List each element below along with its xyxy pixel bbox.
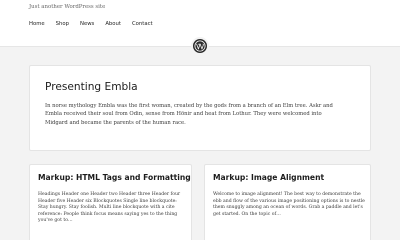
site-tagline: Just another WordPress site [29, 4, 106, 10]
wordpress-logo-icon [193, 39, 207, 53]
post-card: Markup: HTML Tags and Formatting Heading… [29, 164, 192, 240]
main-nav: Home Shop News About Contact [29, 21, 153, 27]
post-excerpt: Welcome to image alignment! The best way… [213, 192, 365, 217]
post-card: Markup: Image Alignment Welcome to image… [204, 164, 371, 240]
featured-post-text: In norse mythology Embla was the first w… [45, 103, 333, 126]
site-logo[interactable] [191, 37, 209, 55]
featured-post-card: Presenting Embla In norse mythology Embl… [29, 65, 371, 151]
nav-item-shop[interactable]: Shop [56, 21, 69, 27]
post-title[interactable]: Markup: HTML Tags and Formatting [38, 173, 191, 182]
nav-item-home[interactable]: Home [29, 21, 45, 27]
featured-post-title[interactable]: Presenting Embla [45, 81, 138, 93]
nav-item-about[interactable]: About [105, 21, 121, 27]
nav-item-contact[interactable]: Contact [132, 21, 153, 27]
nav-item-news[interactable]: News [80, 21, 94, 27]
post-title[interactable]: Markup: Image Alignment [213, 173, 324, 182]
post-excerpt: Headings Header one Header two Header th… [38, 192, 181, 224]
